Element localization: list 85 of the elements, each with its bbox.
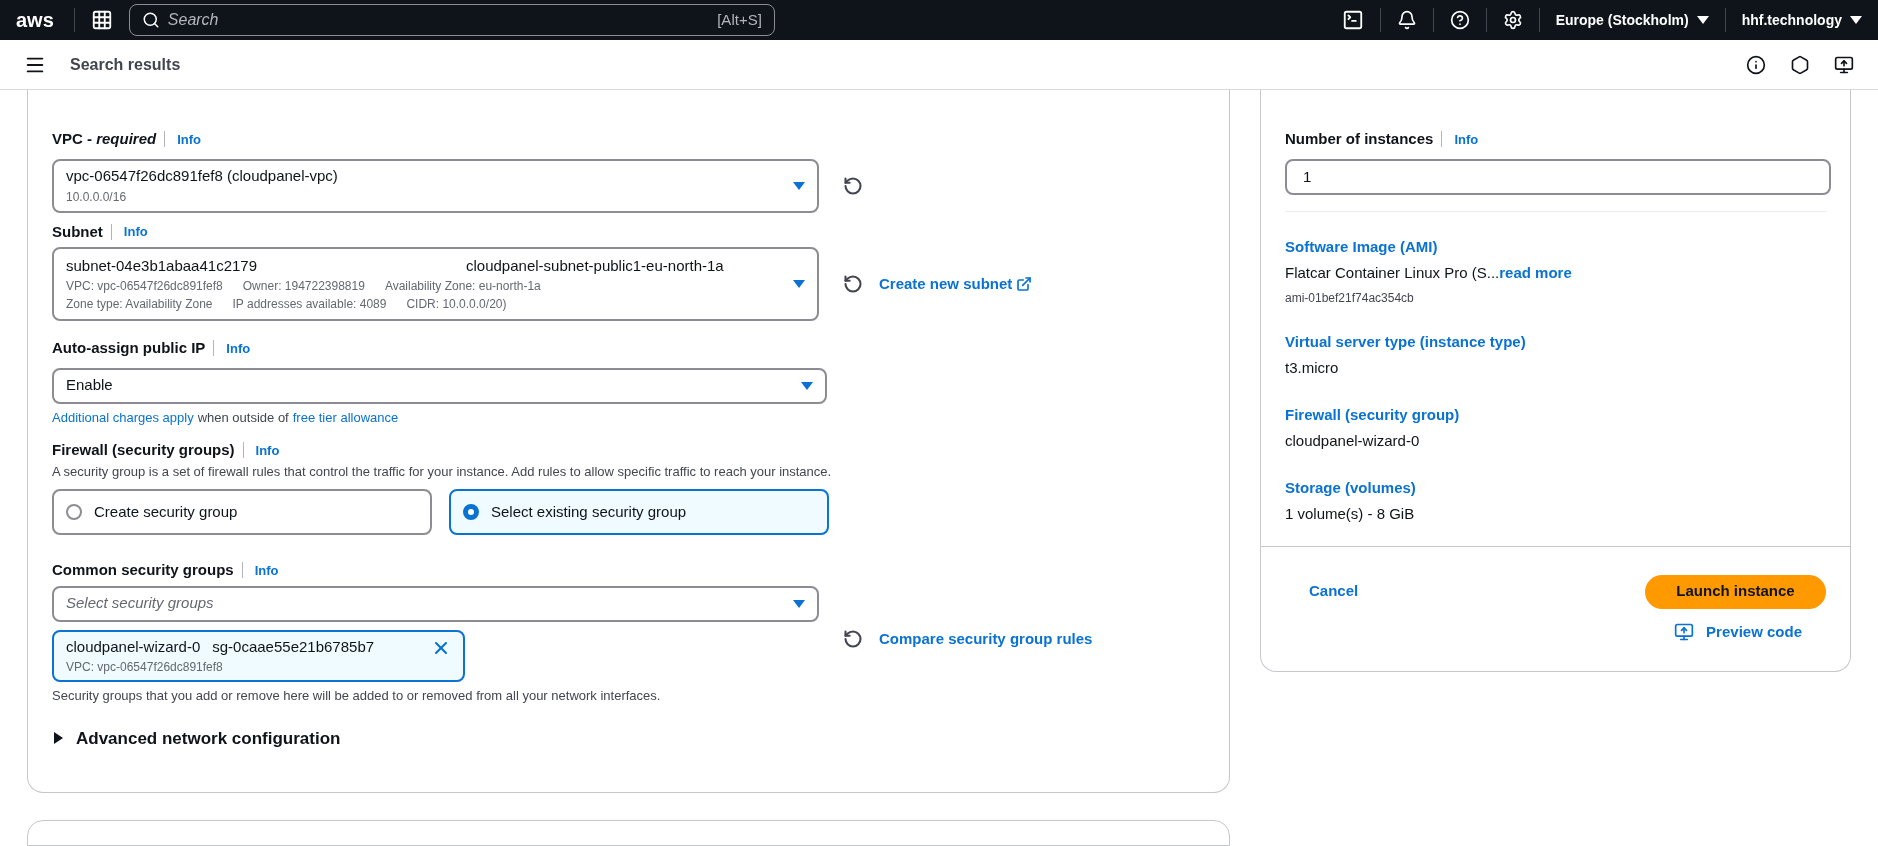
info-link[interactable]: Info (119, 222, 152, 242)
free-tier-link[interactable]: free tier allowance (292, 407, 399, 427)
subnet-detail: CIDR: 10.0.0.0/20) (406, 296, 507, 314)
screen-icon[interactable] (1834, 54, 1854, 75)
expand-icon (52, 732, 64, 745)
refresh-icon[interactable] (843, 274, 863, 294)
caret-icon (1696, 16, 1709, 24)
field-label: Subnet (52, 221, 103, 242)
cancel-button[interactable]: Cancel (1285, 576, 1383, 607)
field-label: Firewall (security groups) (52, 440, 235, 460)
token-id: sg-0caae55e21b6785b7 (212, 636, 375, 657)
public-ip-select[interactable]: Enable (52, 367, 827, 404)
select-value: vpc-06547f26dc891fef8 (cloudpanel-vpc) (66, 166, 339, 187)
hexagon-icon[interactable] (1790, 54, 1810, 75)
token-name: cloudpanel-wizard-0 (66, 636, 201, 657)
launch-instance-button[interactable]: Launch instance (1645, 574, 1826, 609)
field-label: VPC - required (52, 129, 157, 149)
field-label: Number of instances (1285, 129, 1434, 149)
summary-item-title[interactable]: Virtual server type (instance type) (1285, 330, 1826, 353)
caret-icon (793, 181, 805, 190)
instances-input[interactable]: 1 (1285, 158, 1831, 195)
search-icon (141, 11, 160, 29)
info-link[interactable]: Info (250, 560, 283, 580)
summary-item-value: cloudpanel-wizard-0 (1285, 431, 1420, 451)
radio-tile[interactable]: Create security group (52, 489, 432, 535)
external-link-icon (1016, 276, 1033, 292)
radio-tile[interactable]: Select existing security group (449, 489, 829, 535)
advanced-network-toggle[interactable]: Advanced network configuration (52, 725, 1205, 751)
summary-item-value: 1 volume(s) - 8 GiB (1285, 504, 1415, 524)
subnet-select[interactable] (52, 247, 819, 321)
compare-rules-link[interactable]: Compare security group rules (879, 627, 1093, 650)
preview-code-button[interactable]: Preview code (1674, 620, 1802, 643)
caret-icon (793, 280, 805, 288)
refresh-icon[interactable] (843, 175, 863, 196)
help-icon[interactable] (1449, 10, 1470, 30)
subnet-detail: VPC: vpc-06547f26dc891fef8 (66, 278, 223, 296)
select-input[interactable]: Select security groups (66, 592, 793, 615)
security-groups-select[interactable]: Select security groups (52, 585, 819, 622)
account-menu[interactable]: hhf.technology (1741, 9, 1862, 31)
info-link[interactable]: Info (222, 338, 255, 358)
summary-item-title[interactable]: Software Image (AMI) (1285, 235, 1826, 258)
summary-item-value: Flatcar Container Linux Pro (S... (1285, 263, 1500, 283)
field-label: Common security groups (52, 560, 234, 580)
search-field[interactable]: Search [Alt+S] (128, 4, 775, 36)
page-title: Search results (70, 54, 181, 75)
summary-item-value: t3.micro (1285, 358, 1339, 378)
select-value: subnet-04e3b1abaa41c2179 (66, 255, 258, 276)
radio-icon (463, 504, 479, 520)
region-selector[interactable]: Europe (Stockholm) (1555, 9, 1709, 31)
token-detail: VPC: vpc-06547f26dc891fef8 (66, 659, 224, 676)
info-link[interactable]: Info (1450, 129, 1483, 149)
summary-item-title[interactable]: Storage (volumes) (1285, 476, 1826, 499)
read-more-link[interactable]: read more (1499, 262, 1572, 285)
info-link[interactable]: Info (173, 129, 206, 149)
subnet-detail: Owner: 194722398819 (242, 278, 365, 296)
terminal-icon[interactable] (1341, 9, 1364, 31)
settings-icon[interactable] (1502, 10, 1523, 30)
field-hint: Security groups that you add or remove here will be added to or removed from all your network interfaces. (52, 687, 662, 705)
radio-icon (66, 504, 82, 520)
refresh-icon[interactable] (843, 628, 863, 649)
caret-icon (801, 381, 813, 390)
aws-logo[interactable]: aws (16, 10, 54, 30)
preview-code-icon (1674, 621, 1695, 642)
field-description: A security group is a set of firewall rules that control the traffic for your instance. Add rules to allow specific traffic to reach your instance. (52, 462, 833, 481)
charges-link[interactable]: Additional charges apply (52, 407, 194, 427)
vpc-select[interactable]: vpc-06547f26dc891fef8 (cloudpanel-vpc) 10.0.0.0/16 (52, 158, 819, 213)
field-label: Auto-assign public IP (52, 338, 206, 358)
select-value: Enable (66, 375, 114, 396)
subnet-detail: Zone type: Availability Zone (66, 296, 213, 314)
apps-grid-icon[interactable] (90, 9, 113, 31)
search-input[interactable]: Search (167, 8, 710, 32)
subnet-name: cloudpanel-subnet-public1-eu-north-1a (466, 255, 724, 276)
select-detail: 10.0.0.0/16 (66, 188, 128, 206)
summary-item-detail: ami-01bef21f74ac354cb (1285, 289, 1415, 307)
caret-icon (793, 599, 805, 608)
notifications-icon[interactable] (1396, 10, 1417, 30)
info-icon[interactable] (1746, 54, 1766, 75)
subnet-detail: IP addresses available: 4089 (232, 296, 387, 314)
shortcut-hint: [Alt+S] (717, 9, 762, 30)
subnet-detail: Availability Zone: eu-north-1a (384, 278, 541, 296)
create-subnet-link[interactable]: Create new subnet (879, 272, 1033, 296)
info-link[interactable]: Info (251, 440, 284, 460)
caret-icon (1850, 16, 1862, 24)
summary-item-title[interactable]: Firewall (security group) (1285, 403, 1826, 426)
note-text: when outside of (197, 408, 289, 427)
